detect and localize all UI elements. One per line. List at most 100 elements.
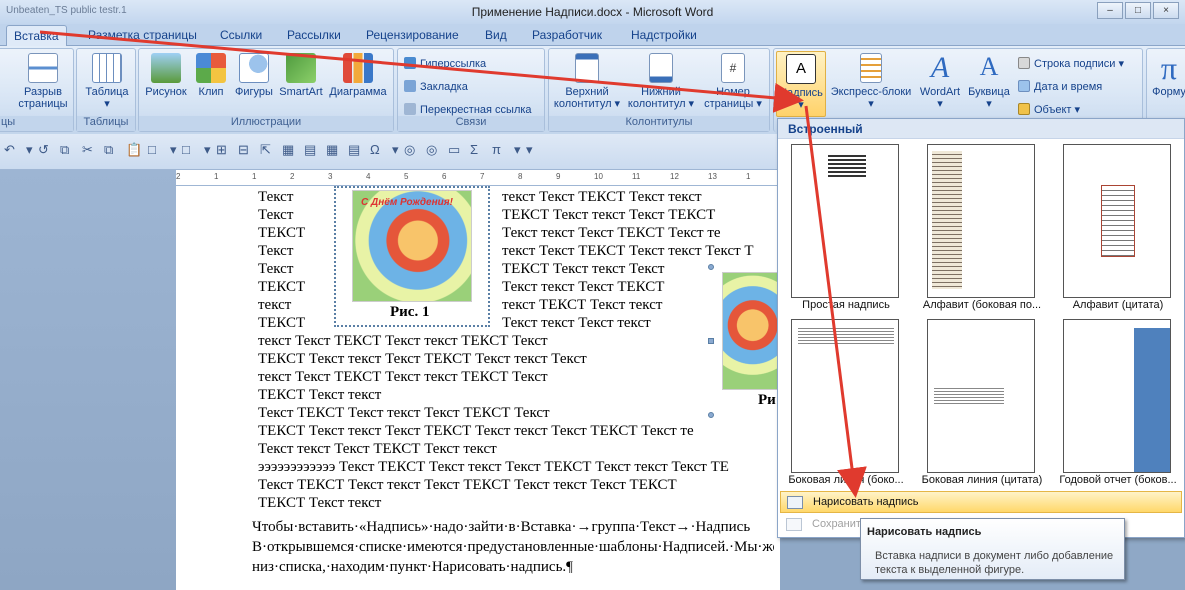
ruler-mark: 1 [746, 172, 751, 181]
qat-item[interactable]: ↺ [38, 142, 49, 158]
footer-icon [649, 53, 673, 83]
qat-item[interactable]: ⊟ [238, 142, 249, 158]
qat-item[interactable]: ⇱ [260, 142, 271, 158]
qat-item[interactable]: ▾ [514, 142, 521, 158]
close-button[interactable]: × [1153, 2, 1179, 19]
object-button[interactable]: Объект ▾ [1018, 103, 1080, 116]
tab-insert[interactable]: Вставка [6, 25, 67, 47]
footer-label-2: колонтитул ▾ [627, 98, 695, 110]
qat-item[interactable]: ▭ [448, 142, 460, 158]
save-selection-label: Сохранить [812, 518, 867, 530]
shapes-button[interactable]: Фигуры [231, 53, 277, 98]
crossref-button[interactable]: Перекрестная ссылка [404, 103, 532, 116]
draw-textbox-menu-item[interactable]: Нарисовать надпись [780, 491, 1182, 513]
qat-item[interactable]: ▾ [170, 142, 177, 158]
tooltip-description: Вставка надписи в документ либо добавлен… [875, 550, 1114, 576]
tab-references[interactable]: Ссылки [220, 28, 262, 42]
ruler-mark: 1 [252, 172, 257, 181]
resize-handle[interactable] [708, 264, 714, 270]
thumb-sideline-quote[interactable] [927, 319, 1035, 473]
signature-line-button[interactable]: Строка подписи ▾ [1018, 57, 1124, 70]
qat-item[interactable]: ▾ [26, 142, 33, 158]
thumb-preview [1101, 185, 1135, 257]
bookmark-button[interactable]: Закладка [404, 80, 468, 93]
qat-item[interactable]: ▤ [304, 142, 316, 158]
qat-item[interactable]: ▦ [326, 142, 338, 158]
page-number-button[interactable]: # Номер страницы ▾ [699, 53, 767, 110]
tooltip-title: Нарисовать надпись [867, 526, 982, 538]
document-text-line: текст Текст ТЕКСТ Текст текст ТЕКСТ Текс… [258, 369, 548, 385]
minimize-button[interactable]: – [1097, 2, 1123, 19]
qat-item[interactable]: ⊞ [216, 142, 227, 158]
group-links-label: Связи [398, 116, 544, 131]
thumb-alphabet-quote[interactable] [1063, 144, 1171, 298]
thumb-preview [934, 388, 1004, 406]
document-text-line: ТЕКСТ Текст текст Текст ТЕКСТ [502, 207, 716, 223]
textbox-icon: A [786, 54, 816, 84]
caption-fig-1: Рис. 1 [390, 304, 430, 320]
qat-item[interactable]: ⧉ [104, 142, 113, 158]
document-text-line: текст Текст ТЕКСТ Текст текст Текст Т [502, 243, 754, 259]
qat-item[interactable]: ▾ [204, 142, 211, 158]
qat-item[interactable]: ⧉ [60, 142, 69, 158]
document-text-line: ТЕКСТ [258, 225, 306, 241]
qat-item[interactable]: □ [182, 142, 190, 157]
tab-view[interactable]: Вид [485, 28, 507, 42]
tab-review[interactable]: Рецензирование [366, 28, 459, 42]
thumb-simple-textbox[interactable] [791, 144, 899, 298]
thumb-alphabet-sidebar[interactable] [927, 144, 1035, 298]
picture-frame-1[interactable]: С Днём Рождения! Рис. 1 [334, 186, 490, 327]
resize-handle[interactable] [708, 338, 714, 344]
qat-item[interactable]: □ [148, 142, 156, 157]
qat-item[interactable]: ◎ [426, 142, 437, 158]
wordart-button[interactable]: A WordArt ▾ [914, 53, 966, 111]
thumb-annual-report[interactable] [1063, 319, 1171, 473]
qat-item[interactable]: ↶ [4, 142, 15, 158]
wordart-arrow: ▾ [937, 98, 943, 110]
qat-item[interactable]: ▾ [392, 142, 399, 158]
tab-developer[interactable]: Разработчик [532, 28, 602, 42]
tab-addins[interactable]: Надстройки [631, 28, 697, 42]
footer-button[interactable]: Нижний колонтитул ▾ [625, 53, 697, 110]
page-break-label-1: Разрыв [24, 86, 62, 98]
maximize-button[interactable]: □ [1125, 2, 1151, 19]
table-icon [92, 53, 122, 83]
table-button[interactable]: Таблица ▾ [79, 53, 135, 110]
qat-item[interactable]: π [492, 142, 501, 157]
qat-item[interactable]: 📋 [126, 142, 142, 158]
tab-page-layout[interactable]: Разметка страницы [88, 28, 197, 42]
quickparts-button[interactable]: Экспресс-блоки ▾ [828, 53, 914, 110]
smartart-button[interactable]: SmartArt [275, 53, 327, 98]
hyperlink-button[interactable]: Гиперссылка [404, 57, 486, 70]
qat-item[interactable]: Σ [470, 142, 478, 157]
tooltip-draw-textbox: Нарисовать надпись Вставка надписи в док… [860, 518, 1125, 580]
qat-item[interactable]: Ω [370, 142, 380, 157]
qat-item[interactable]: ✂ [82, 142, 93, 158]
thumb-label: Алфавит (боковая по... [922, 299, 1042, 311]
header-button[interactable]: Верхний колонтитул ▾ [551, 53, 623, 110]
ruler-mark: 1 [214, 172, 219, 181]
equation-button[interactable]: π Форму [1147, 52, 1185, 98]
page-break-button[interactable]: Разрыв страницы [13, 53, 73, 110]
footer-label-1: Нижний [641, 86, 681, 98]
ruler-mark: 11 [632, 172, 641, 181]
textbox-button[interactable]: A Надпись ▾ [776, 51, 826, 117]
picture-button[interactable]: Рисунок [141, 53, 191, 98]
ruler-mark: 9 [556, 172, 561, 181]
qat-item[interactable]: ▤ [348, 142, 360, 158]
datetime-button[interactable]: Дата и время [1018, 80, 1102, 93]
thumb-sideline-sidebar[interactable] [791, 319, 899, 473]
dropcap-button[interactable]: A Буквица ▾ [966, 53, 1012, 111]
horizontal-ruler[interactable]: 2 1 1 2 3 4 5 6 7 8 9 10 11 12 13 1 [176, 170, 780, 186]
left-margin-area [0, 170, 176, 590]
caption-fig-2: Ри [758, 392, 776, 408]
clipart-button[interactable]: Клип [191, 53, 231, 98]
qat-item[interactable]: ◎ [404, 142, 415, 158]
chart-button[interactable]: Диаграмма [325, 53, 391, 98]
qat-item[interactable]: ▾ [526, 142, 533, 158]
resize-handle[interactable] [708, 412, 714, 418]
document-text-line: ТЕКСТ Текст текст Текст ТЕКСТ Текст текс… [258, 423, 694, 439]
qat-item[interactable]: ▦ [282, 142, 294, 158]
tab-mailings[interactable]: Рассылки [287, 28, 341, 42]
birthday-card-image-2[interactable] [722, 272, 778, 390]
